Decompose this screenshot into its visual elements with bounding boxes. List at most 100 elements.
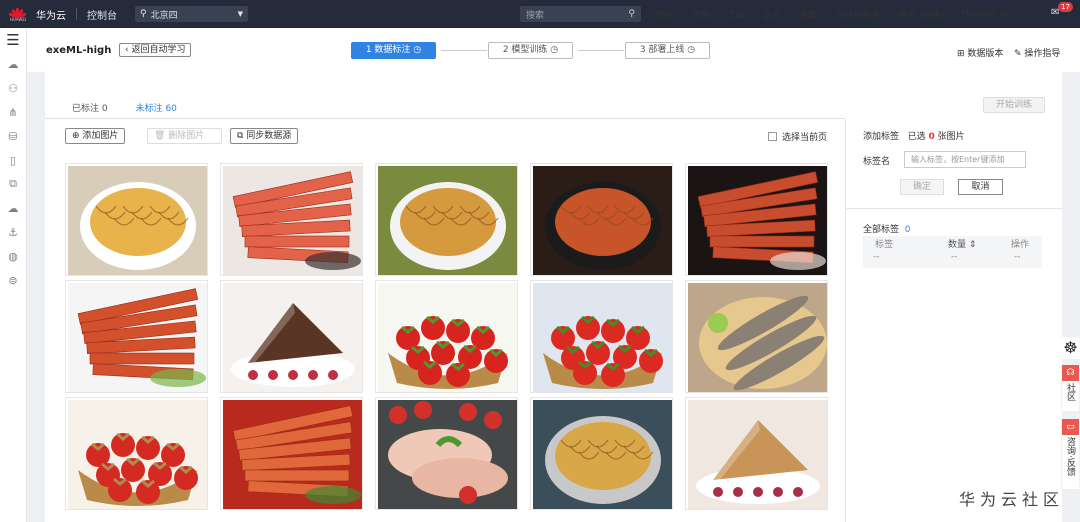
nav-support[interactable]: 支持与服务 — [835, 8, 880, 21]
empty-cell: -- — [951, 252, 958, 262]
image-thumbnail[interactable] — [530, 163, 673, 276]
col-count[interactable]: 数量 ⇕ — [948, 237, 976, 250]
tab-labeled[interactable]: 已标注 0 — [72, 101, 108, 119]
col-ops: 操作 — [1011, 240, 1030, 250]
all-labels-count: 0 — [904, 225, 911, 235]
select-page-checkbox[interactable] — [768, 132, 777, 141]
nav-enterprise[interactable]: 企业 — [763, 8, 781, 21]
panel-divider — [846, 208, 1062, 209]
select-current-page[interactable]: 选择当前页 — [768, 130, 827, 143]
nav-filing[interactable]: 备案 — [799, 8, 817, 21]
image-thumbnail[interactable] — [685, 280, 828, 393]
add-label-heading: 添加标签 已选 0 张图片 — [863, 129, 965, 142]
assorted-cake-image — [688, 400, 827, 509]
left-sidebar: ☰ ☁ ⚇ ⋔ ⛁ ▯ ⧉ ☁ ⚓ ◍ ⊜ — [0, 28, 27, 522]
data-version-label: 数据版本 — [967, 49, 1004, 59]
document-icon[interactable]: ▯ — [0, 148, 26, 172]
watermark: 华为云社区 — [959, 490, 1065, 509]
project-title: exeML-high — [46, 45, 112, 56]
image-thumbnail[interactable] — [375, 163, 518, 276]
step-deploy[interactable]: 3 部署上线 ◷ — [625, 42, 710, 59]
label-name-caption: 标签名 — [863, 157, 891, 167]
nav-username[interactable]: Huawei_Bin — [962, 9, 1014, 19]
menu-icon[interactable]: ☰ — [0, 28, 26, 52]
strawberry-basket-image — [378, 283, 517, 392]
delete-image-label: 删除图片 — [168, 131, 205, 141]
image-thumbnail[interactable] — [375, 280, 518, 393]
guide-link[interactable]: ✎ 操作指导 — [1014, 46, 1060, 59]
panel-divider — [845, 119, 846, 522]
guide-label: 操作指导 — [1024, 49, 1061, 59]
anchor-icon[interactable]: ⚓ — [0, 220, 26, 244]
search-icon[interactable]: ⚲ — [628, 9, 635, 19]
sync-datasource-label: 同步数据源 — [246, 131, 292, 141]
community-button[interactable]: ☊ 社区 — [1061, 364, 1080, 412]
instant-noodle-cup-image — [68, 166, 207, 275]
image-thumbnail[interactable] — [530, 397, 673, 510]
tab-divider — [45, 118, 845, 119]
divider — [76, 8, 77, 20]
network-icon[interactable]: ⚇ — [0, 76, 26, 100]
empty-cell: -- — [873, 252, 880, 262]
cancel-button[interactable]: 取消 — [958, 179, 1003, 195]
consult-feedback-button[interactable]: ▭ 咨询·反馈 — [1061, 418, 1080, 490]
delete-image-button[interactable]: 🗑 删除图片 — [147, 128, 222, 144]
spicy-strips-hand-image — [688, 166, 827, 275]
spicy-strips-plate-image — [68, 283, 207, 392]
nav-language[interactable]: 中文 (简体) — [898, 8, 944, 21]
search-box[interactable]: 搜索 ⚲ — [520, 6, 641, 22]
step-connector — [578, 50, 624, 51]
image-thumbnail[interactable] — [65, 280, 208, 393]
cloud-icon[interactable]: ☁ — [0, 52, 26, 76]
globe-icon[interactable]: ◍ — [0, 244, 26, 268]
storage-icon[interactable]: ⛁ — [0, 124, 26, 148]
headset-icon: ☊ — [1062, 365, 1079, 381]
region-label: 北京四 — [150, 10, 178, 21]
image-thumbnail[interactable] — [685, 163, 828, 276]
tab-unlabeled[interactable]: 未标注 60 — [127, 101, 185, 119]
add-image-button[interactable]: ⊕ 添加图片 — [65, 128, 126, 144]
step-data-labeling[interactable]: 1 数据标注 ◷ — [351, 42, 436, 59]
nav-billing[interactable]: 费用 — [655, 8, 673, 21]
strawberry-wicker-image — [68, 400, 207, 509]
edit-icon: ✎ — [1014, 49, 1022, 59]
cloud-service-icon[interactable]: ☁ — [0, 196, 26, 220]
step-label: 1 数据标注 — [365, 45, 411, 55]
image-thumbnail[interactable] — [375, 397, 518, 510]
image-thumbnail[interactable] — [65, 163, 208, 276]
nav-resources[interactable]: 资源 — [691, 8, 709, 21]
huawei-logo[interactable]: HUAWEI — [6, 3, 30, 25]
consult-label: 咨询·反馈 — [1065, 437, 1075, 476]
grid-icon: ⊞ — [957, 49, 965, 59]
col-label: 标签 — [875, 240, 894, 250]
sync-datasource-button[interactable]: ⧉ 同步数据源 — [230, 128, 299, 144]
ai-icon[interactable]: ⊜ — [0, 268, 26, 292]
spicy-gluten-square-image — [223, 166, 362, 275]
cluster-icon[interactable]: ⋔ — [0, 100, 26, 124]
huawei-petal-icon — [8, 7, 27, 18]
selected-suffix: 张图片 — [937, 132, 965, 142]
data-version-link[interactable]: ⊞ 数据版本 — [957, 46, 1003, 59]
all-labels-text: 全部标签 — [863, 225, 900, 235]
back-button[interactable]: ‹ 返回自动学习 — [119, 43, 192, 57]
image-thumbnail[interactable] — [685, 397, 828, 510]
image-thumbnail[interactable] — [220, 163, 363, 276]
brand-name[interactable]: 华为云 — [36, 7, 66, 22]
image-thumbnail[interactable] — [220, 280, 363, 393]
label-name-input[interactable]: 输入标签，按Enter键添加 — [904, 151, 1026, 168]
step-model-training[interactable]: 2 模型训练 ◷ — [488, 42, 573, 59]
start-training-button[interactable]: 开始训练 — [983, 97, 1045, 113]
database-icon[interactable]: ⧉ — [0, 172, 26, 196]
step-connector — [441, 50, 487, 51]
confirm-button[interactable]: 确定 — [900, 179, 944, 195]
label-tabs: 已标注 0 未标注 60 — [72, 101, 205, 119]
region-selector[interactable]: ⚲ 北京四 ▼ — [135, 6, 248, 22]
chatbot-icon[interactable]: ☸ — [1061, 337, 1080, 359]
nav-tickets[interactable]: 工单 — [727, 8, 745, 21]
image-thumbnail[interactable] — [220, 397, 363, 510]
noodle-bowl-chopsticks-image — [533, 400, 672, 509]
console-link[interactable]: 控制台 — [87, 7, 117, 22]
labeling-workspace: 已标注 0 未标注 60 开始训练 ⊕ 添加图片 🗑 删除图片 ⧉ 同步数据源 … — [45, 72, 1062, 522]
image-thumbnail[interactable] — [65, 397, 208, 510]
image-thumbnail[interactable] — [530, 280, 673, 393]
